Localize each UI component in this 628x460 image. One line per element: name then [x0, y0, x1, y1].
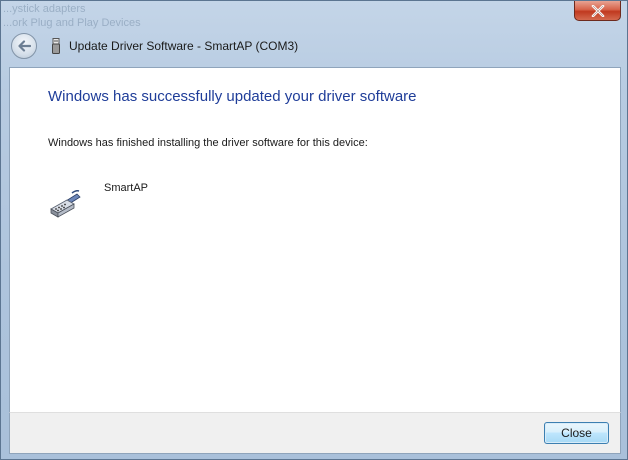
- back-button[interactable]: [11, 33, 37, 59]
- usb-device-icon: [51, 38, 61, 54]
- close-button[interactable]: Close: [544, 422, 609, 444]
- device-entry: SmartAP: [48, 181, 148, 221]
- window-close-button[interactable]: [574, 1, 621, 21]
- window-title: Update Driver Software - SmartAP (COM3): [69, 39, 299, 53]
- background-window-text: ...ystick adapters: [3, 3, 86, 15]
- background-window-text: ...ork Plug and Play Devices: [3, 17, 141, 29]
- serial-port-icon: [50, 190, 81, 218]
- back-arrow-icon: [18, 40, 31, 52]
- title-nav-row: Update Driver Software - SmartAP (COM3): [9, 31, 609, 61]
- device-name: SmartAP: [104, 182, 149, 194]
- install-message: Windows has finished installing the driv…: [48, 137, 368, 149]
- content-panel: Windows has successfully updated your dr…: [9, 67, 621, 412]
- close-icon: [591, 4, 604, 17]
- dialog-footer: Close: [9, 412, 621, 454]
- success-heading: Windows has successfully updated your dr…: [48, 88, 417, 105]
- update-driver-window: ...ystick adapters ...ork Plug and Play …: [0, 0, 628, 460]
